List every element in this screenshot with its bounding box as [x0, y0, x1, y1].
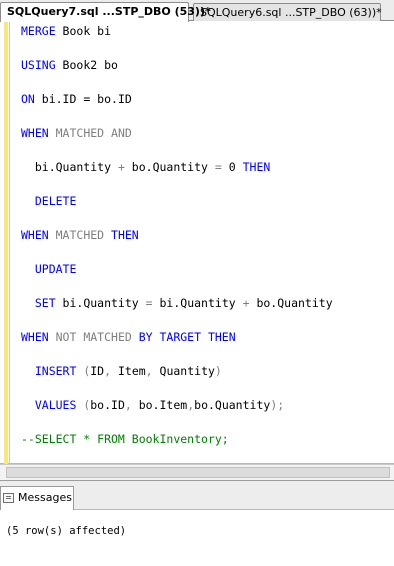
punctuation: , — [145, 364, 153, 378]
keyword: WHEN — [21, 126, 49, 140]
code-text: Book bi — [55, 24, 112, 38]
code-text: ID — [90, 364, 105, 378]
code-number: 0 — [221, 160, 243, 174]
keyword: MERGE — [21, 24, 56, 38]
messages-icon — [3, 493, 14, 503]
code-text: bi.Quantity — [152, 296, 243, 310]
punctuation: ) — [214, 364, 222, 378]
query-editor[interactable]: MERGE Book bi USING Book2 bo ON bi.ID = … — [0, 21, 394, 464]
code-line-3: ON bi.ID = bo.ID — [21, 92, 132, 106]
messages-pane: (5 row(s) affected) — [0, 510, 394, 566]
code-line-11: INSERT (ID, Item, Quantity) — [21, 364, 222, 378]
operator: + — [242, 296, 250, 310]
code-line-6: DELETE — [21, 194, 77, 208]
punctuation: , — [124, 398, 132, 412]
horizontal-scrollbar[interactable] — [0, 464, 394, 481]
code-text: bo.Item — [131, 398, 188, 412]
punctuation: ( — [76, 364, 91, 378]
operator: + — [117, 160, 125, 174]
code-line-8: UPDATE — [21, 262, 77, 276]
code-line-10: WHEN NOT MATCHED BY TARGET THEN — [21, 330, 236, 344]
scrollbar-thumb[interactable] — [6, 467, 390, 478]
code-comment: --SELECT * FROM BookInventory; — [21, 432, 229, 446]
results-tab-bar: Messages — [0, 481, 394, 510]
keyword: ON — [21, 92, 35, 106]
keyword: THEN — [242, 160, 271, 174]
code-text: bi.Quantity — [55, 296, 146, 310]
code-line-2: USING Book2 bo — [21, 58, 118, 72]
messages-tab-label: Messages — [18, 491, 72, 504]
keyword: WHEN — [21, 228, 49, 242]
keyword: DELETE — [21, 194, 77, 208]
code-line-7: WHEN MATCHED THEN — [21, 228, 139, 242]
operator: = — [145, 296, 153, 310]
tab-sqlquery7[interactable]: SQLQuery7.sql ...STP_DBO (53))* — [0, 2, 211, 22]
code-line-4: WHEN MATCHED AND — [21, 126, 132, 140]
keyword: WHEN — [21, 330, 49, 344]
code-text: bo.Quantity — [124, 160, 215, 174]
keyword: INSERT — [21, 364, 77, 378]
editor-margin-line — [9, 21, 10, 464]
document-tab-strip: SQLQuery7.sql ...STP_DBO (53))* SQLQuery… — [0, 0, 394, 22]
change-tracking-margin — [4, 21, 8, 464]
code-text: bi.Quantity — [21, 160, 118, 174]
code-text: Quantity — [152, 364, 215, 378]
code-line-12: VALUES (bo.ID, bo.Item,bo.Quantity); — [21, 398, 284, 412]
gray-keyword: MATCHED AND — [48, 126, 132, 140]
keyword: UPDATE — [21, 262, 77, 276]
code-line-9: SET bi.Quantity = bi.Quantity + bo.Quant… — [21, 296, 333, 310]
result-message: (5 row(s) affected) — [6, 525, 127, 537]
punctuation: ); — [270, 398, 285, 412]
code-text: bo.Quantity — [194, 398, 271, 412]
punctuation: , — [104, 364, 112, 378]
operator: = — [214, 160, 222, 174]
gray-keyword: NOT MATCHED — [48, 330, 139, 344]
keyword: VALUES — [21, 398, 77, 412]
punctuation: ( — [76, 398, 91, 412]
keyword: USING — [21, 58, 56, 72]
code-line-13: --SELECT * FROM BookInventory; — [21, 432, 229, 446]
code-text: Item — [111, 364, 146, 378]
code-line-1: MERGE Book bi — [21, 24, 111, 38]
code-line-5: bi.Quantity + bo.Quantity = 0 THEN — [21, 160, 270, 174]
gray-keyword: MATCHED — [48, 228, 112, 242]
tab-sqlquery6[interactable]: SQLQuery6.sql ...STP_DBO (63))* — [193, 3, 382, 22]
keyword: BY TARGET THEN — [138, 330, 236, 344]
keyword: THEN — [111, 228, 139, 242]
code-text: Book2 bo — [55, 58, 118, 72]
code-text: bo.ID — [90, 398, 125, 412]
messages-tab[interactable]: Messages — [0, 486, 74, 510]
code-text: bi.ID = bo.ID — [34, 92, 132, 106]
keyword: SET — [21, 296, 56, 310]
code-text: bo.Quantity — [249, 296, 333, 310]
